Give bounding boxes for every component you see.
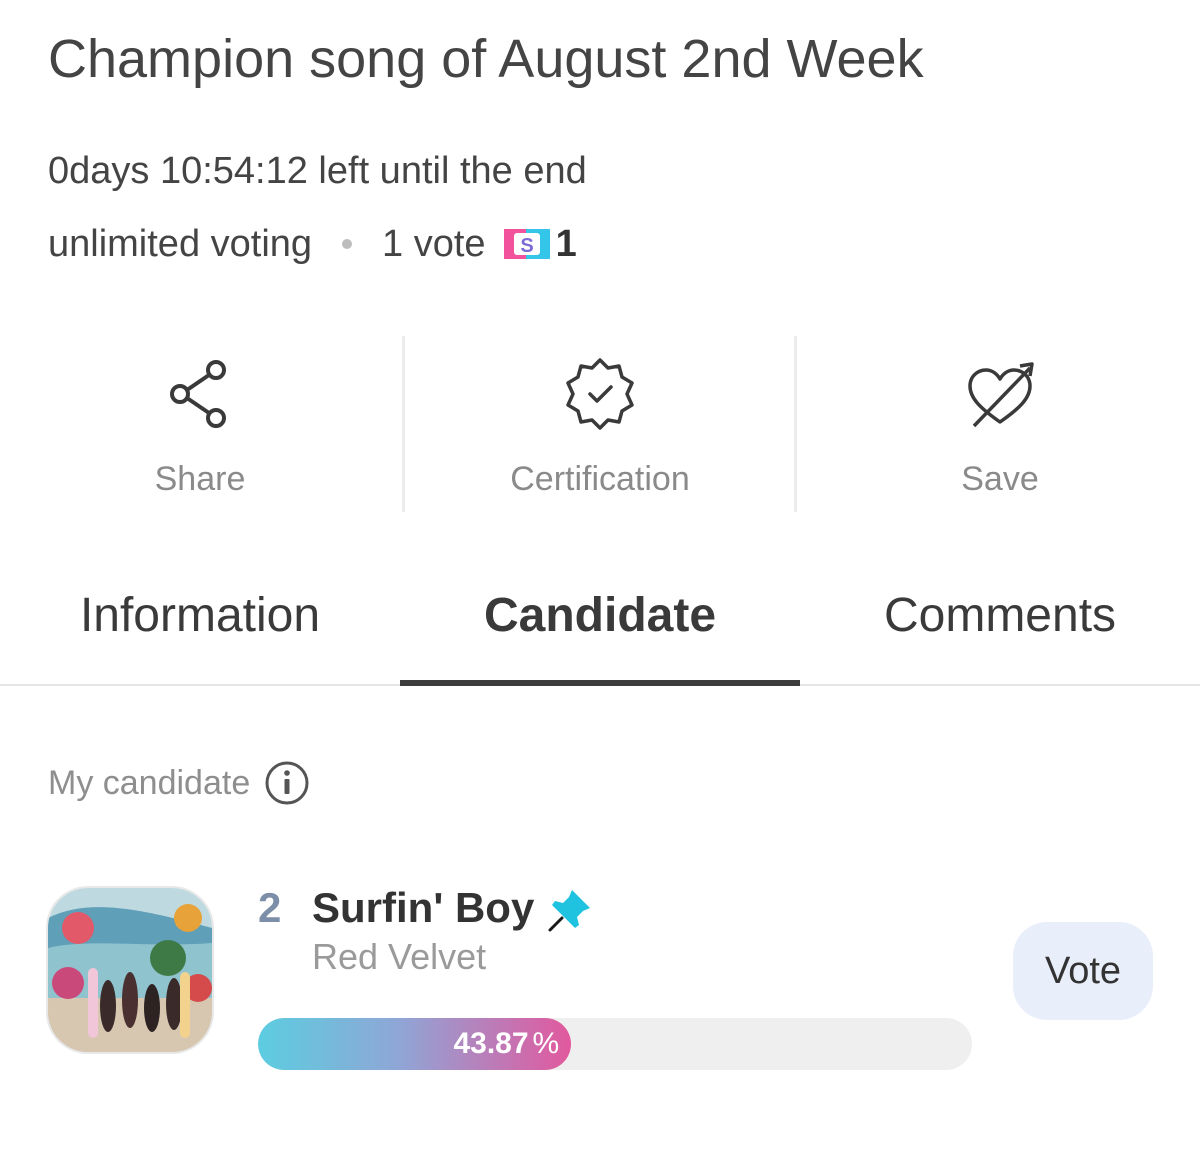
vote-percentage-bar: 43.87% — [258, 1018, 972, 1070]
album-art — [48, 888, 212, 1052]
tab-information[interactable]: Information — [0, 574, 400, 684]
vote-cost: 1 vote — [382, 222, 486, 265]
certification-action[interactable]: Certification — [400, 336, 800, 512]
percent-value: 43.87 — [453, 1027, 529, 1060]
my-candidate-heading: My candidate — [48, 760, 310, 806]
share-label: Share — [154, 460, 246, 498]
artist-name: Red Velvet — [312, 936, 487, 977]
divider — [794, 336, 797, 512]
my-candidate-label: My candidate — [48, 763, 251, 802]
separator-dot — [342, 239, 353, 249]
vote-percentage-fill: 43.87% — [258, 1018, 572, 1070]
tab-comments[interactable]: Comments — [800, 574, 1200, 684]
page-title: Champion song of August 2nd Week — [48, 29, 924, 89]
certification-label: Certification — [510, 460, 690, 498]
heart-arrow-icon — [968, 362, 1034, 428]
voting-type: unlimited voting — [48, 222, 313, 265]
candidate-card: 2 Surfin' Boy Red Velvet Vote 43.87% — [48, 884, 1158, 1078]
save-label: Save — [961, 460, 1039, 498]
info-icon[interactable] — [264, 760, 310, 806]
tab-candidate[interactable]: Candidate — [400, 574, 800, 686]
s-coin-icon: S — [503, 227, 550, 261]
pin-icon — [548, 890, 590, 932]
share-icon — [170, 360, 226, 428]
coin-count: 1 — [555, 222, 577, 265]
candidate-rank: 2 — [258, 884, 282, 931]
song-title: Surfin' Boy — [312, 884, 535, 931]
divider — [402, 336, 405, 512]
save-action[interactable]: Save — [800, 336, 1200, 512]
action-bar: Share Certification Save — [0, 336, 1200, 512]
voting-info-row: unlimited voting 1 vote S 1 — [48, 220, 577, 268]
vote-button[interactable]: Vote — [1013, 922, 1153, 1020]
percent-unit: % — [532, 1027, 560, 1060]
tab-bar: Information Candidate Comments — [0, 574, 1200, 686]
countdown-text: 0days 10:54:12 left until the end — [48, 150, 587, 192]
certification-badge-icon — [566, 358, 634, 430]
share-action[interactable]: Share — [0, 336, 400, 512]
vote-percentage-label: 43.87% — [453, 1018, 571, 1070]
svg-text:S: S — [520, 235, 533, 257]
